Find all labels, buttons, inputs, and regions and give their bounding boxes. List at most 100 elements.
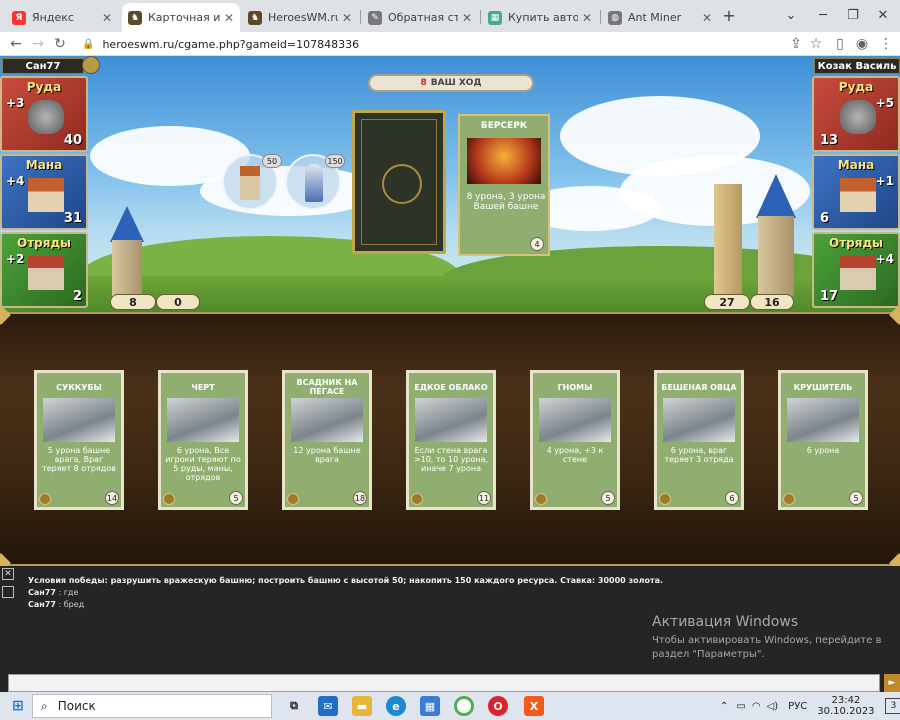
lock-icon[interactable]: 🔒	[82, 39, 94, 50]
card-art	[663, 398, 735, 442]
deck-emblem-icon	[382, 164, 422, 204]
left-troops-panel: Отряды +2 2	[0, 232, 88, 308]
chat-send-button[interactable]: ►	[884, 674, 900, 692]
clock-date: 30.10.2023	[817, 706, 875, 717]
back-icon[interactable]: ←	[6, 34, 26, 54]
card-art	[415, 398, 487, 442]
buy-cost: 150	[325, 154, 345, 168]
left-player-name: Сан77	[2, 58, 84, 74]
close-tab-icon[interactable]: ✕	[702, 11, 712, 25]
chat-system-message: Условия победы: разрушить вражескую башн…	[28, 576, 663, 585]
edge-icon[interactable]: e	[386, 696, 406, 716]
chat-author[interactable]: Сан77	[28, 588, 56, 597]
opera-icon[interactable]: O	[488, 696, 508, 716]
browser-tab-strip: Я Яндекс ✕ ♞ Карточная игра. Г ✕ ♞ Heroe…	[0, 0, 900, 32]
forward-icon[interactable]: →	[28, 34, 48, 54]
card-description: 6 урона, Все игроки теряют по 5 руды, ма…	[165, 446, 241, 482]
close-tab-icon[interactable]: ✕	[102, 11, 112, 25]
tab-buy-car[interactable]: ▦ Купить авто 🚗 в ✕	[482, 3, 598, 32]
hand-card-acid-cloud[interactable]: ЕДКОЕ ОБЛАКО Если стена врага >10, то 10…	[406, 370, 496, 510]
hand-card-imp[interactable]: ЧЕРТ 6 урона, Все игроки теряют по 5 руд…	[158, 370, 248, 510]
turn-text: ВАШ ХОД	[430, 78, 482, 88]
close-tab-icon[interactable]: ✕	[224, 11, 234, 25]
buy-knight-button[interactable]: 150	[285, 154, 345, 210]
ore-resource-icon	[287, 493, 299, 505]
share-icon[interactable]: ⇪	[786, 34, 806, 54]
system-tray: ⌃ ▭ ◠ ◁) РУС 23:42 30.10.2023 3	[720, 692, 900, 720]
globe-icon: ◍	[608, 10, 622, 25]
card-description: Если стена врага >10, то 10 урона, иначе…	[413, 446, 489, 473]
tower-icon	[240, 166, 260, 200]
xc-app-icon[interactable]: X	[524, 696, 544, 716]
wifi-icon[interactable]: ◠	[752, 701, 761, 712]
tray-expand-icon[interactable]: ⌃	[720, 701, 728, 712]
address-bar: ← → ↻ 🔒 heroeswm.ru/cgame.php?gameid=107…	[0, 32, 900, 56]
chat-input[interactable]	[8, 674, 880, 692]
restore-icon[interactable]: ❐	[838, 4, 868, 26]
tab-heroeswm[interactable]: ♞ HeroesWM.ru Геро ✕	[242, 3, 358, 32]
card-art	[787, 398, 859, 442]
chat-toggle-icon[interactable]	[2, 586, 14, 598]
hand-card-pegasus-rider[interactable]: ВСАДНИК НА ПЕГАСЕ 12 урона башне врага 1…	[282, 370, 372, 510]
chat-message-text: Условия победы: разрушить вражескую башн…	[28, 576, 664, 585]
url-field[interactable]: 🔒 heroeswm.ru/cgame.php?gameid=107848336	[72, 34, 792, 54]
hand-card-mad-sheep[interactable]: БЕШЕНАЯ ОВЦА 6 урона, враг теряет 3 отря…	[654, 370, 744, 510]
troops-castle-icon	[840, 256, 876, 290]
tab-ant-miner[interactable]: ◍ Ant Miner ✕	[602, 3, 718, 32]
chat-panel: ✕ Условия победы: разрушить вражескую ба…	[0, 566, 900, 692]
card-title: ЕДКОЕ ОБЛАКО	[414, 382, 488, 392]
yandex-icon: Я	[12, 10, 26, 25]
side-panel-icon[interactable]: ▯	[830, 34, 850, 54]
file-explorer-icon[interactable]: ▬	[352, 696, 372, 716]
chat-author[interactable]: Сан77	[28, 600, 56, 609]
new-tab-button[interactable]: +	[714, 4, 744, 26]
close-tab-icon[interactable]: ✕	[462, 11, 472, 25]
profile-icon[interactable]: ◉	[852, 34, 872, 54]
search-placeholder: Поиск	[57, 699, 96, 713]
tab-card-game[interactable]: ♞ Карточная игра. Г ✕	[122, 3, 240, 32]
chat-message: Сан77 : где	[28, 588, 78, 597]
card-cost: 5	[849, 491, 863, 505]
tab-separator	[360, 10, 361, 24]
close-tab-icon[interactable]: ✕	[582, 11, 592, 25]
resource-income: +5	[875, 96, 894, 110]
close-tab-icon[interactable]: ✕	[342, 11, 352, 25]
ore-resource-icon	[659, 493, 671, 505]
resource-label: Мана	[837, 158, 875, 172]
card-cost: 5	[229, 491, 243, 505]
card-description: 6 урона	[806, 446, 840, 455]
tab-reverse-side[interactable]: ✎ Обратная сторон ✕	[362, 3, 478, 32]
store-icon[interactable]: ▦	[420, 696, 440, 716]
mana-building-icon	[28, 178, 64, 212]
tab-title: Яндекс	[32, 11, 74, 24]
volume-icon[interactable]: ◁)	[767, 701, 779, 712]
hand-card-crusher[interactable]: КРУШИТЕЛЬ 6 урона 5	[778, 370, 868, 510]
left-ore-panel: Руда +3 40	[0, 76, 88, 152]
buy-tower-button[interactable]: 50	[222, 154, 282, 210]
clock[interactable]: 23:42 30.10.2023	[817, 695, 874, 717]
menu-icon[interactable]: ⋮	[876, 34, 896, 54]
windows-start-icon[interactable]: ⊞	[8, 696, 28, 716]
mail-icon[interactable]: ✉	[318, 696, 338, 716]
card-cost: 5	[601, 491, 615, 505]
chrome-icon[interactable]	[454, 696, 474, 716]
hand-card-dwarves[interactable]: ГНОМЫ 4 урона, +3 к стене 5	[530, 370, 620, 510]
minimize-icon[interactable]: ─	[808, 4, 838, 26]
notifications-icon[interactable]: 3	[884, 698, 900, 714]
card-title: КРУШИТЕЛЬ	[793, 382, 853, 392]
network-icon[interactable]: ▭	[736, 701, 745, 712]
settings-gear-icon[interactable]	[82, 56, 100, 74]
card-deck[interactable]	[352, 110, 446, 254]
language-indicator[interactable]: РУС	[788, 701, 807, 712]
right-wall	[714, 184, 742, 296]
hand-card-succubus[interactable]: СУККУБЫ 5 урона башне врага, Враг теряет…	[34, 370, 124, 510]
taskbar-search[interactable]: ⌕ Поиск	[32, 694, 272, 718]
reload-icon[interactable]: ↻	[50, 34, 70, 54]
chat-close-icon[interactable]: ✕	[2, 568, 14, 580]
resource-label: Руда	[838, 80, 874, 94]
task-view-icon[interactable]: ⧉	[284, 696, 304, 716]
close-window-icon[interactable]: ✕	[868, 4, 898, 26]
tab-yandex[interactable]: Я Яндекс ✕	[6, 3, 118, 32]
bookmark-star-icon[interactable]: ☆	[806, 34, 826, 54]
tab-search-icon[interactable]: ⌄	[776, 4, 806, 26]
